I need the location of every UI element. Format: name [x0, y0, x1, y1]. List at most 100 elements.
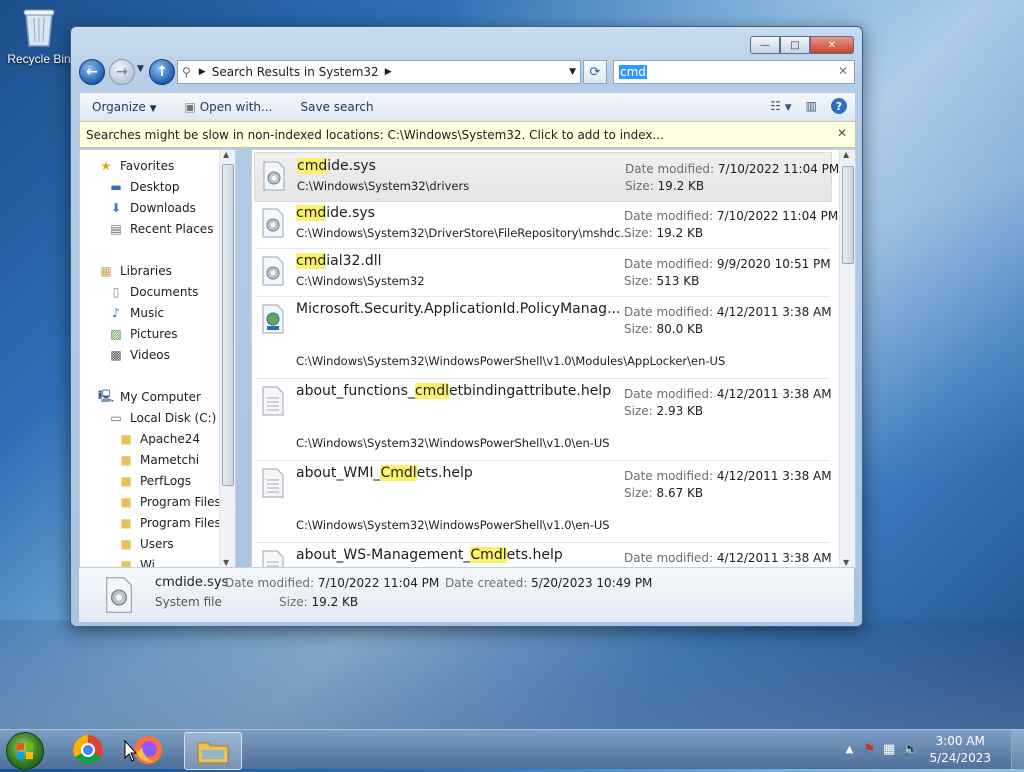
volume-muted-icon[interactable]: 🔈 [903, 742, 919, 757]
refresh-icon: ⟳ [589, 64, 601, 80]
network-icon[interactable]: ▦ [883, 742, 895, 757]
result-meta: Date modified: 9/9/2020 10:51 PM Size: 51… [624, 257, 831, 288]
result-meta: Date modified: 4/12/2011 3:38 AM Size: 2.… [624, 387, 832, 418]
result-path: C:\Windows\System32\DriverStore\FileRepo… [296, 226, 632, 240]
up-button[interactable]: ↑ [149, 59, 175, 85]
result-row[interactable]: Microsoft.Security.ApplicationId.PolicyM… [254, 296, 832, 376]
nav-folder[interactable]: ■ Users [118, 534, 174, 554]
result-meta: Date modified: 7/10/2022 11:04 PM Size: 1… [624, 209, 839, 240]
nav-libraries[interactable]: ▦ Libraries [98, 261, 172, 281]
result-path: C:\Windows\System32\WindowsPowerShell\v1… [296, 436, 610, 450]
scroll-down-icon[interactable]: ▼ [843, 558, 849, 567]
nav-scrollbar[interactable]: ▲ ▼ [219, 150, 235, 567]
nav-favorites[interactable]: ★ Favorites [98, 156, 175, 176]
nav-scroll-thumb[interactable] [222, 164, 234, 486]
result-name: about_WS-Management_Cmdlets.help [296, 547, 563, 563]
change-view-icon[interactable]: ☷ ▼ [770, 99, 792, 113]
explorer-taskbar-button[interactable] [184, 732, 242, 770]
nav-folder[interactable]: ■ Program Files [118, 492, 221, 512]
result-row[interactable]: cmdide.sys C:\Windows\System32\drivers D… [254, 152, 839, 202]
system-file-icon [263, 161, 285, 191]
text-file-icon [262, 386, 284, 416]
scroll-up-icon[interactable]: ▲ [843, 150, 849, 159]
computer-icon: 🖳 [98, 388, 115, 403]
result-name: about_functions_cmdletbindingattribute.h… [296, 383, 612, 399]
nav-downloads[interactable]: ⬇ Downloads [108, 198, 196, 218]
nav-desktop[interactable]: ▬ Desktop [108, 177, 179, 197]
folder-icon: ■ [120, 453, 132, 467]
nav-documents[interactable]: ▯ Documents [108, 282, 199, 302]
result-row[interactable]: about_WMI_Cmdlets.help C:\Windows\System… [254, 460, 832, 540]
libraries-icon: ▦ [100, 264, 112, 278]
start-button[interactable] [6, 732, 44, 770]
wallpaper-floor [0, 620, 1024, 730]
results-scrollbar[interactable]: ▲ ▼ [839, 150, 855, 567]
arrow-right-icon: → [116, 64, 128, 80]
action-center-flag-icon[interactable]: ⚑ [863, 742, 875, 757]
close-button[interactable]: ✕ [810, 36, 854, 54]
chevron-right-icon[interactable]: ▶ [385, 67, 392, 77]
maximize-button[interactable]: □ [780, 36, 810, 54]
clear-search-icon[interactable]: ✕ [838, 64, 848, 78]
save-search-button[interactable]: Save search [300, 100, 373, 114]
recent-pages-dropdown[interactable]: ▼ [137, 64, 144, 74]
nav-pictures[interactable]: ▨ Pictures [108, 324, 177, 344]
result-row[interactable]: cmdial32.dll C:\Windows\System32 Date mo… [254, 248, 831, 296]
nav-computer-label: My Computer [120, 390, 201, 404]
help-icon[interactable]: ? [831, 98, 847, 114]
show-desktop-button[interactable] [1011, 730, 1024, 769]
nav-folder[interactable]: ■ Apache24 [118, 429, 200, 449]
clock[interactable]: 3:00 AM 5/24/2023 [929, 733, 991, 767]
back-button[interactable]: ← [79, 59, 105, 85]
nav-music[interactable]: ♪ Music [108, 303, 164, 323]
search-box[interactable]: cmd ✕ [613, 60, 855, 84]
command-bar: Organize ▼ ▣ Open with... Save search ☷ … [79, 92, 856, 122]
recycle-bin-icon [22, 6, 56, 48]
chevron-right-icon: ▶ [198, 67, 206, 77]
result-row[interactable]: about_functions_cmdletbindingattribute.h… [254, 378, 832, 458]
result-path: C:\Windows\System32\WindowsPowerShell\v1… [296, 518, 610, 532]
close-info-bar-icon[interactable]: ✕ [837, 126, 847, 140]
nav-folder[interactable]: ■ PerfLogs [118, 471, 191, 491]
nav-folder[interactable]: ■ Program Files ( [118, 513, 229, 533]
folder-icon: ■ [120, 537, 132, 551]
recycle-bin-desktop-icon[interactable]: Recycle Bin [4, 6, 74, 66]
folder-icon: ■ [120, 474, 132, 488]
info-bar[interactable]: Searches might be slow in non-indexed lo… [79, 121, 856, 148]
breadcrumb[interactable]: Search Results in System32 [212, 65, 379, 79]
result-row[interactable]: about_WS-Management_Cmdlets.help Date mo… [254, 542, 832, 567]
minimize-button[interactable]: — [750, 36, 780, 54]
nav-local-disk[interactable]: ▭ Local Disk (C:) [108, 408, 216, 428]
nav-my-computer[interactable]: 🖳 My Computer [98, 387, 201, 407]
open-with-button[interactable]: ▣ Open with... [185, 100, 273, 114]
chevron-down-icon: ▼ [149, 104, 157, 114]
scroll-down-icon[interactable]: ▼ [223, 558, 229, 567]
documents-icon: ▯ [112, 285, 120, 299]
firefox-taskbar-button[interactable] [122, 732, 174, 768]
refresh-button[interactable]: ⟳ [583, 60, 607, 84]
results-scroll-thumb[interactable] [842, 166, 854, 264]
nav-item-label: Users [140, 537, 174, 551]
music-icon: ♪ [112, 306, 120, 320]
caption-buttons: — □ ✕ [750, 36, 854, 54]
preview-pane-icon[interactable]: ▥ [806, 99, 817, 113]
search-input[interactable]: cmd [619, 65, 647, 79]
open-with-icon: ▣ [184, 100, 196, 114]
nav-recent-places[interactable]: ▤ Recent Places [108, 219, 213, 239]
chrome-taskbar-button[interactable] [62, 732, 114, 768]
view-controls: ☷ ▼ ▥ ? [770, 98, 847, 114]
details-file-name: cmdide.sys [155, 575, 229, 590]
show-hidden-icons-icon[interactable]: ▲ [846, 744, 854, 755]
explorer-window: — □ ✕ ← → ▼ ↑ ⚲ ▶ Search Results in Syst… [70, 26, 863, 627]
folder-icon: ■ [120, 516, 132, 530]
nav-videos[interactable]: ▩ Videos [108, 345, 170, 365]
nav-item-label: Program Files [140, 495, 221, 509]
organize-menu[interactable]: Organize ▼ [92, 100, 157, 114]
result-row[interactable]: cmdide.sys C:\Windows\System32\DriverSto… [254, 200, 838, 248]
address-bar[interactable]: ⚲ ▶ Search Results in System32 ▶ ▼ [177, 60, 581, 84]
forward-button[interactable]: → [109, 59, 135, 85]
scroll-up-icon[interactable]: ▲ [223, 150, 229, 159]
nav-folder[interactable]: ■ Mametchi [118, 450, 199, 470]
address-dropdown-icon[interactable]: ▼ [569, 67, 576, 77]
text-file-icon [262, 468, 284, 498]
